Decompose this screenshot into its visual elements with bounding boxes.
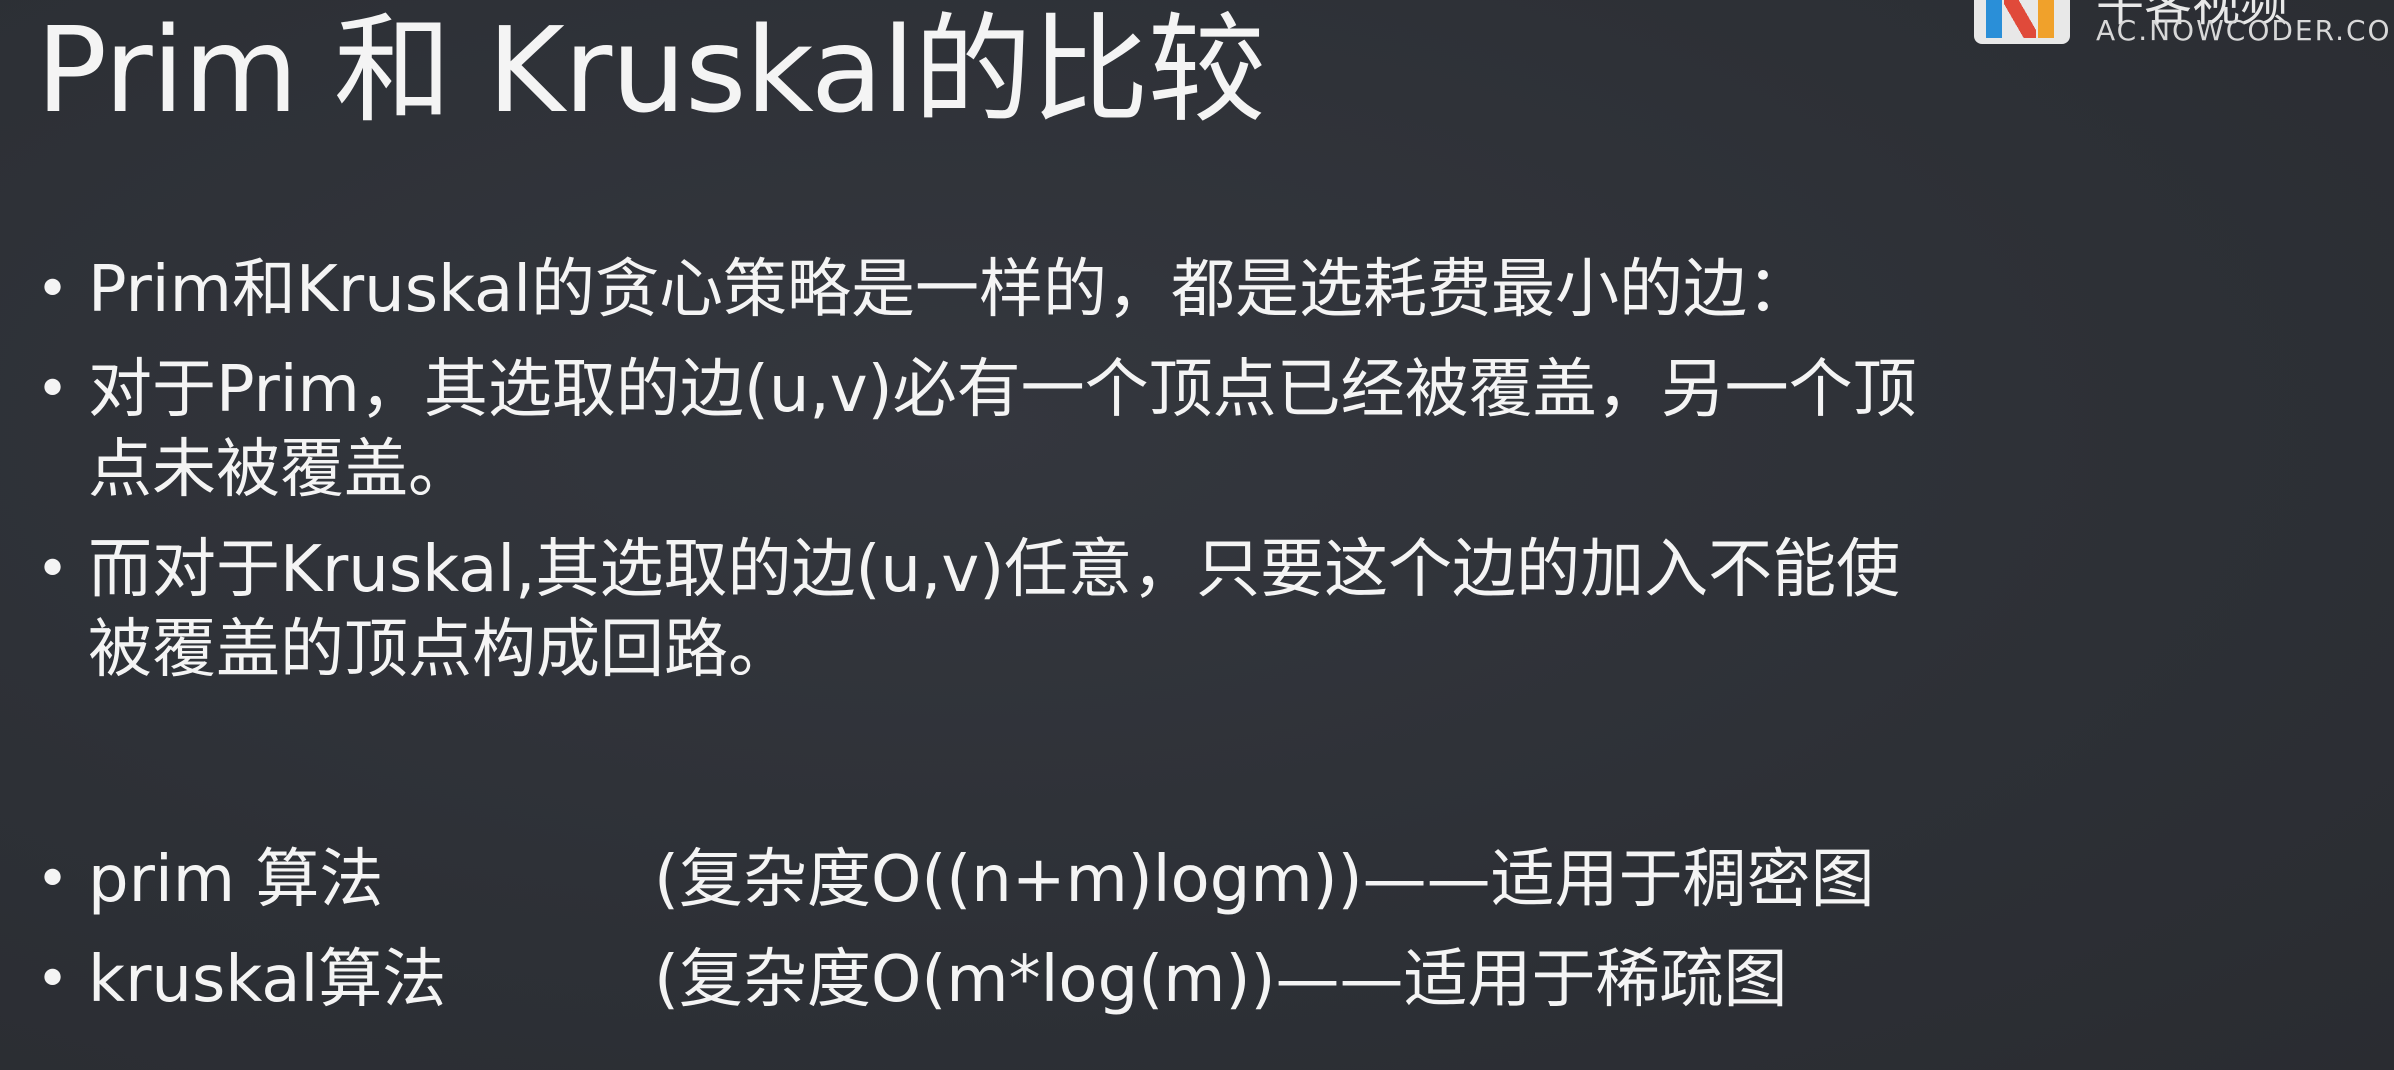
bullet-text: 对于Prim，其选取的边(u,v)必有一个顶点已经被覆盖，另一个顶: [88, 353, 1917, 427]
bullet-dot: •: [36, 357, 70, 422]
spacer: [32, 710, 1917, 840]
bullet-item: • 对于Prim，其选取的边(u,v)必有一个顶点已经被覆盖，另一个顶 点未被覆…: [32, 350, 1917, 510]
bullet-text-continued: 点未被覆盖。: [88, 433, 472, 507]
logo-url-text: AC.NOWCODER.COM: [2096, 14, 2394, 47]
bullet-text-continued: 被覆盖的顶点构成回路。: [88, 613, 792, 687]
bullet-text: Prim和Kruskal的贪心策略是一样的，都是选耗费最小的边：: [88, 253, 1812, 327]
bullet-item: • Prim和Kruskal的贪心策略是一样的，都是选耗费最小的边：: [32, 250, 1917, 330]
bullet-list: • Prim和Kruskal的贪心策略是一样的，都是选耗费最小的边： • 对于P…: [32, 250, 1917, 1040]
algorithm-item-prim: • prim 算法 (复杂度O((n+m)logm))——适用于稠密图: [32, 840, 1917, 920]
slide-title: Prim 和 Kruskal的比较: [36, 1, 1266, 139]
nowcoder-logo: 牛客视频 AC.NOWCODER.COM: [1974, 0, 2394, 48]
bullet-text: 而对于Kruskal,其选取的边(u,v)任意，只要这个边的加入不能使: [88, 533, 1901, 607]
algorithm-item-kruskal: • kruskal算法 (复杂度O(m*log(m))——适用于稀疏图: [32, 940, 1917, 1020]
bullet-dot: •: [36, 257, 70, 322]
bullet-dot: •: [36, 947, 70, 1012]
algorithm-name: prim 算法: [88, 843, 384, 917]
slide: Prim 和 Kruskal的比较 牛客视频 AC.NOWCODER.COM •…: [0, 0, 2394, 1070]
bullet-dot: •: [36, 537, 70, 602]
bullet-item: • 而对于Kruskal,其选取的边(u,v)任意，只要这个边的加入不能使 被覆…: [32, 530, 1917, 690]
algorithm-name: kruskal算法: [88, 943, 447, 1017]
algorithm-complexity: (复杂度O((n+m)logm))——适用于稠密图: [654, 843, 1875, 917]
nowcoder-logo-icon: [1974, 0, 2070, 44]
bullet-dot: •: [36, 847, 70, 912]
algorithm-complexity: (复杂度O(m*log(m))——适用于稀疏图: [654, 943, 1788, 1017]
